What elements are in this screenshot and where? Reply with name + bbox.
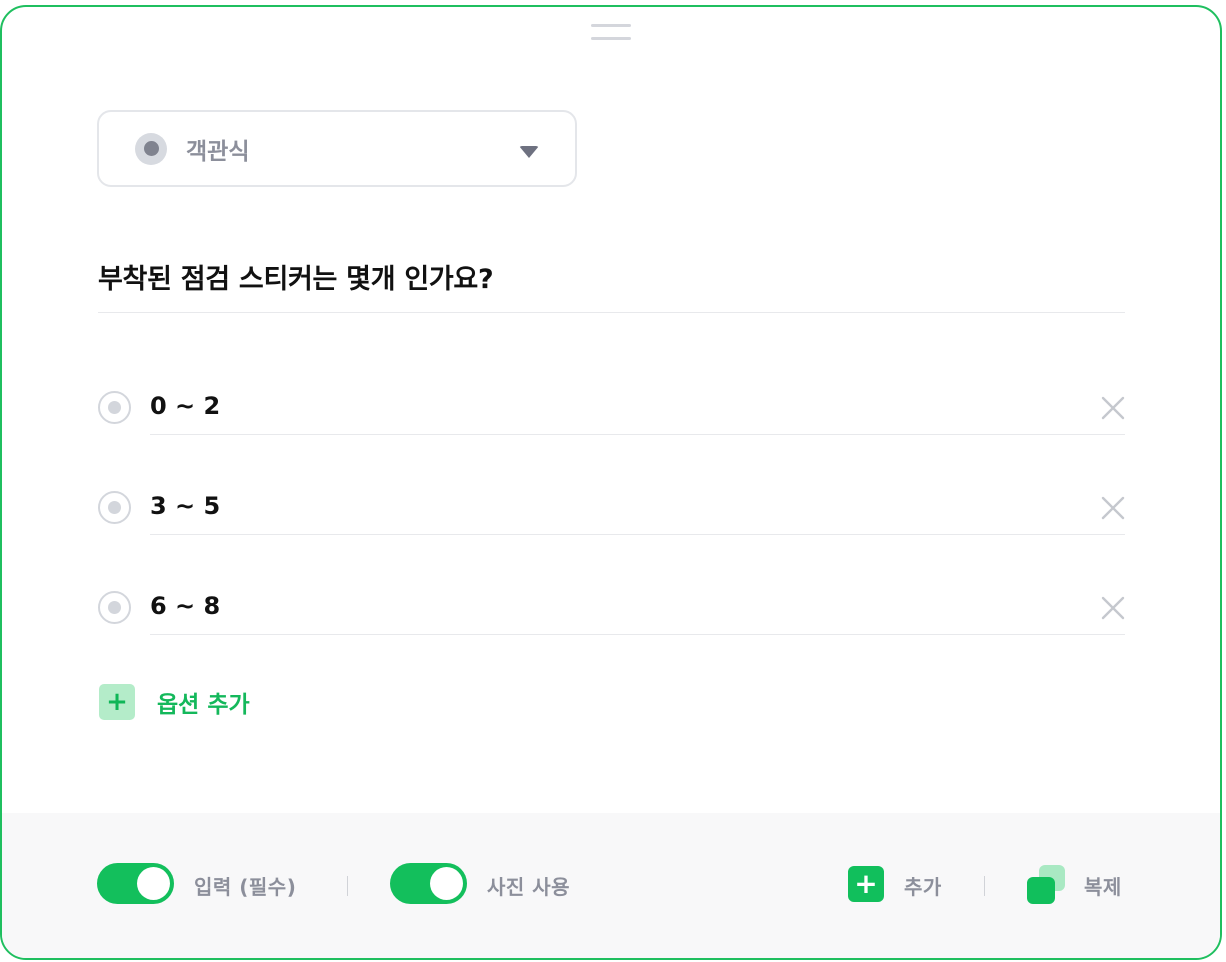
toggle-knob	[137, 867, 170, 900]
photo-toggle-label: 사진 사용	[487, 875, 571, 899]
add-option-label: 옵션 추가	[157, 692, 250, 718]
add-option-button[interactable]: + 옵션 추가	[99, 684, 250, 720]
card-footer: 입력 (필수) 사진 사용 + 추가 복제	[2, 813, 1220, 958]
option-underline	[150, 434, 1125, 435]
question-type-dropdown[interactable]: 객관식	[97, 110, 577, 187]
close-icon[interactable]	[1101, 596, 1125, 620]
plus-icon: +	[99, 684, 135, 720]
duplicate-question-button[interactable]: 복제	[1084, 871, 1122, 900]
option-label[interactable]: 0 ~ 2	[150, 392, 220, 420]
toggle-knob	[430, 867, 463, 900]
question-card: 객관식 부착된 점검 스티커는 몇개 인가요? 0 ~ 2 3 ~ 5 6 ~ …	[0, 5, 1222, 960]
required-toggle[interactable]	[97, 863, 174, 904]
option-radio[interactable]	[98, 391, 131, 424]
photo-toggle[interactable]	[390, 863, 467, 904]
close-icon[interactable]	[1101, 496, 1125, 520]
divider	[984, 876, 985, 896]
option-row: 0 ~ 2	[98, 372, 1125, 435]
option-radio[interactable]	[98, 491, 131, 524]
add-question-button[interactable]: 추가	[904, 871, 942, 900]
required-toggle-label: 입력 (필수)	[194, 875, 297, 899]
option-row: 6 ~ 8	[98, 572, 1125, 635]
copy-icon[interactable]	[1027, 865, 1069, 905]
divider	[98, 312, 1125, 313]
radio-icon	[135, 132, 167, 165]
close-icon[interactable]	[1101, 396, 1125, 420]
question-type-label: 객관식	[186, 138, 250, 165]
option-radio[interactable]	[98, 591, 131, 624]
option-row: 3 ~ 5	[98, 472, 1125, 535]
question-title[interactable]: 부착된 점검 스티커는 몇개 인가요?	[98, 257, 494, 296]
plus-icon[interactable]: +	[848, 866, 884, 902]
option-label[interactable]: 6 ~ 8	[150, 592, 220, 620]
divider	[347, 876, 348, 896]
option-label[interactable]: 3 ~ 5	[150, 492, 220, 520]
caret-down-icon	[519, 146, 539, 158]
option-underline	[150, 634, 1125, 635]
drag-handle-icon[interactable]	[591, 24, 631, 40]
option-underline	[150, 534, 1125, 535]
